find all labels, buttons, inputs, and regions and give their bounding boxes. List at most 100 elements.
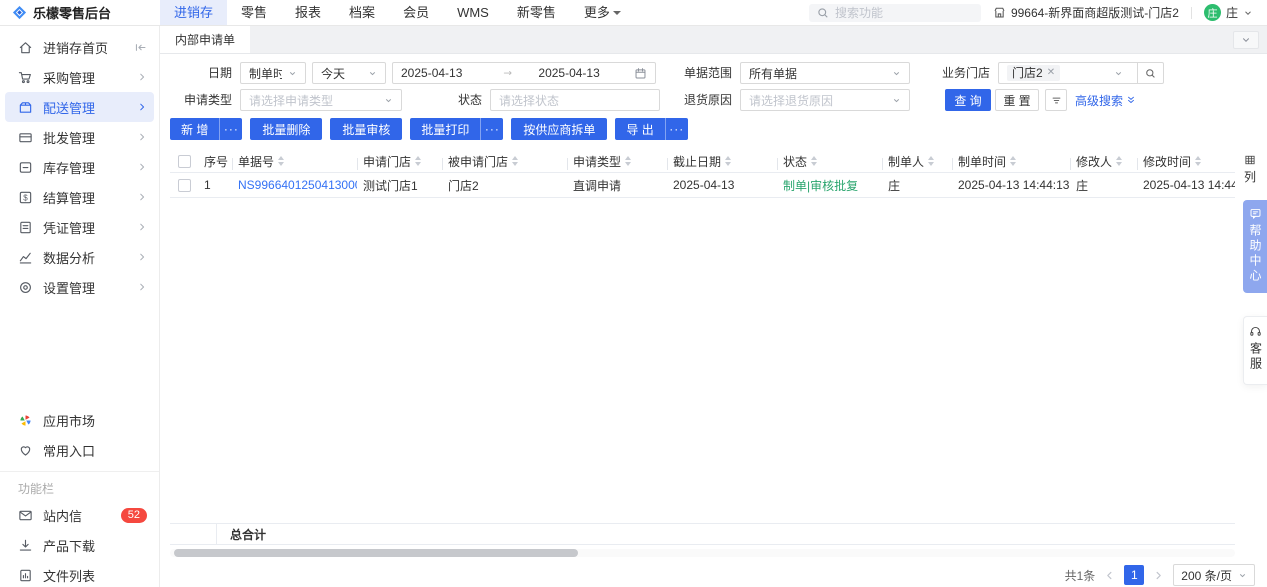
store-search-button[interactable] (1137, 63, 1163, 83)
tenant-switcher[interactable]: 99664-新界面商超版测试-门店2 (993, 4, 1179, 21)
store-select[interactable]: 门店2 ✕ (998, 62, 1164, 84)
sidebar-item-favorites[interactable]: 常用入口 (0, 435, 159, 465)
sidebar-item-home[interactable]: 进销存首页 (0, 32, 159, 62)
modifier-cell: 庄 (1070, 177, 1137, 194)
sidebar-item-file-list[interactable]: 文件列表 (0, 560, 159, 587)
sidebar-item-inbox[interactable]: 站内信 52 (0, 500, 159, 530)
col-header-status[interactable]: 状态 (777, 153, 882, 170)
scope-select[interactable]: 所有单据 (740, 62, 910, 84)
sidebar-item-procurement[interactable]: 采购管理 (0, 62, 159, 92)
apply-type-select[interactable]: 请选择申请类型 (240, 89, 402, 111)
col-header-requested-store[interactable]: 被申请门店 (442, 153, 567, 170)
advanced-search-link[interactable]: 高级搜索 (1075, 89, 1136, 111)
scope-filter-label: 单据范围 (652, 62, 732, 84)
nav-item-members[interactable]: 会员 (389, 0, 443, 25)
batch-print-button-group: 批量打印 ··· (410, 118, 503, 140)
doc-no-link[interactable]: NS99664012504130001 (238, 178, 357, 192)
row-checkbox[interactable] (178, 179, 191, 192)
sidebar-item-product-download[interactable]: 产品下载 (0, 530, 159, 560)
add-more-button[interactable]: ··· (219, 118, 242, 140)
nav-item-wms[interactable]: WMS (443, 0, 503, 25)
remove-tag-icon[interactable]: ✕ (1047, 65, 1055, 81)
sidebar-item-distribution[interactable]: 配送管理 (5, 92, 154, 122)
sort-icon[interactable] (415, 156, 421, 166)
tab-internal-requisition[interactable]: 内部申请单 (160, 26, 250, 53)
batch-print-more-button[interactable]: ··· (480, 118, 503, 140)
nav-item-reports[interactable]: 报表 (281, 0, 335, 25)
col-header-doc-no[interactable]: 单据号 (232, 153, 357, 170)
sidebar-item-voucher[interactable]: 凭证管理 (0, 212, 159, 242)
date-type-select[interactable]: 制单时间 (240, 62, 306, 84)
sort-icon[interactable] (1116, 156, 1122, 166)
dollar-icon: $ (18, 190, 33, 205)
summary-lead-cell (170, 524, 217, 544)
sidebar-item-inventory[interactable]: 库存管理 (0, 152, 159, 182)
date-range-input[interactable]: 2025-04-13 2025-04-13 (392, 62, 656, 84)
next-page-button[interactable] (1153, 570, 1164, 581)
sort-icon[interactable] (1010, 156, 1016, 166)
sort-icon[interactable] (625, 156, 631, 166)
col-header-modifier[interactable]: 修改人 (1070, 153, 1137, 170)
horizontal-scrollbar[interactable] (170, 549, 1235, 557)
reset-button[interactable]: 重 置 (995, 89, 1039, 111)
date-preset-select[interactable]: 今天 (312, 62, 386, 84)
user-menu[interactable]: 庄 庄 (1204, 4, 1253, 21)
page-number-button[interactable]: 1 (1124, 565, 1144, 585)
sidebar-item-app-market[interactable]: 应用市场 (0, 405, 159, 435)
col-header-deadline[interactable]: 截止日期 (667, 153, 777, 170)
chevron-right-icon (137, 252, 147, 262)
col-header-apply-type[interactable]: 申请类型 (567, 153, 667, 170)
chevron-right-icon (137, 72, 147, 82)
tabbar-collapse-button[interactable] (1233, 31, 1259, 49)
search-input[interactable]: 搜索功能 (809, 4, 981, 22)
batch-delete-button[interactable]: 批量删除 (250, 118, 322, 140)
col-header-modified-at[interactable]: 修改时间 (1137, 153, 1235, 170)
nav-item-archives[interactable]: 档案 (335, 0, 389, 25)
sort-icon[interactable] (1195, 156, 1201, 166)
app-logo[interactable]: 乐檬零售后台 (0, 3, 160, 22)
select-all-checkbox[interactable] (178, 155, 191, 168)
column-settings-button[interactable]: 列 (1238, 154, 1262, 185)
mail-icon (18, 508, 33, 523)
sort-icon[interactable] (811, 156, 817, 166)
add-button[interactable]: 新 增 (170, 118, 219, 140)
scrollbar-thumb[interactable] (174, 549, 578, 557)
page-size-select[interactable]: 200 条/页 (1173, 564, 1255, 586)
customer-service-tab[interactable]: 客服 (1243, 316, 1267, 385)
batch-print-button[interactable]: 批量打印 (410, 118, 480, 140)
col-header-created-at[interactable]: 制单时间 (952, 153, 1070, 170)
batch-audit-button[interactable]: 批量审核 (330, 118, 402, 140)
collapse-sidebar-icon[interactable] (134, 41, 147, 54)
sort-icon[interactable] (512, 156, 518, 166)
status-input[interactable]: 请选择状态 (490, 89, 660, 111)
prev-page-button[interactable] (1104, 570, 1115, 581)
table-row[interactable]: 1 NS99664012504130001 测试门店1 门店2 直调申请 202… (170, 172, 1235, 198)
chevron-down-icon (1114, 69, 1123, 78)
search-placeholder: 搜索功能 (835, 4, 883, 21)
summary-row: 总合计 (170, 523, 1235, 545)
sort-icon[interactable] (928, 156, 934, 166)
chevron-right-icon (137, 282, 147, 292)
export-button[interactable]: 导 出 (615, 118, 664, 140)
return-reason-select[interactable]: 请选择退货原因 (740, 89, 910, 111)
sort-icon[interactable] (725, 156, 731, 166)
split-by-supplier-button[interactable]: 按供应商拆单 (511, 118, 607, 140)
customer-service-label: 客服 (1250, 342, 1262, 372)
sidebar-item-settlement[interactable]: $ 结算管理 (0, 182, 159, 212)
col-header-creator[interactable]: 制单人 (882, 153, 952, 170)
filter-scheme-button[interactable] (1045, 89, 1067, 111)
query-button[interactable]: 查 询 (945, 89, 991, 111)
export-more-button[interactable]: ··· (665, 118, 688, 140)
nav-item-retail[interactable]: 零售 (227, 0, 281, 25)
sidebar-item-settings[interactable]: 设置管理 (0, 272, 159, 302)
col-header-apply-store[interactable]: 申请门店 (357, 153, 442, 170)
nav-item-more[interactable]: 更多 (570, 0, 635, 25)
sort-icon[interactable] (278, 156, 284, 166)
nav-item-purchase-sale-stock[interactable]: 进销存 (160, 0, 227, 25)
sidebar-item-wholesale[interactable]: 批发管理 (0, 122, 159, 152)
help-center-tab[interactable]: 帮助中心 (1243, 200, 1267, 293)
document-icon (18, 220, 33, 235)
nav-item-new-retail[interactable]: 新零售 (503, 0, 570, 25)
gear-icon (18, 280, 33, 295)
sidebar-item-analytics[interactable]: 数据分析 (0, 242, 159, 272)
